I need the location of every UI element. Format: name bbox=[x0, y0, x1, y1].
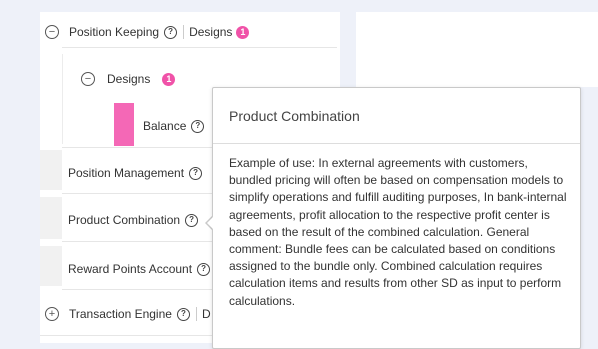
tree-stripe bbox=[40, 150, 62, 190]
count-badge: 1 bbox=[236, 25, 250, 39]
tooltip-arrow-inner bbox=[207, 217, 213, 229]
right-panel bbox=[356, 12, 598, 87]
help-icon[interactable]: ? bbox=[185, 213, 199, 227]
tree-stripe bbox=[40, 197, 62, 239]
collapse-icon[interactable]: − bbox=[45, 25, 59, 39]
node-label: Position Keeping bbox=[69, 25, 160, 39]
node-label: Product Combination bbox=[68, 213, 181, 227]
tree-stripe bbox=[40, 246, 62, 286]
tree-stripe bbox=[62, 193, 212, 194]
tree-stripe bbox=[62, 47, 337, 48]
help-icon[interactable]: ? bbox=[176, 307, 190, 321]
collapse-icon[interactable]: − bbox=[81, 72, 95, 86]
tree-node-position-keeping[interactable]: − Position Keeping ? Designs 1 bbox=[45, 23, 250, 41]
node-label: Balance bbox=[143, 119, 187, 133]
tree-node-product-combination[interactable]: Product Combination ? bbox=[68, 211, 199, 229]
divider bbox=[195, 307, 197, 321]
help-icon[interactable]: ? bbox=[164, 25, 178, 39]
help-icon[interactable]: ? bbox=[197, 262, 211, 276]
designs-tag[interactable]: Designs bbox=[189, 25, 232, 39]
tree-stripe bbox=[40, 335, 212, 336]
tree-stripe bbox=[62, 241, 212, 242]
node-label: Transaction Engine bbox=[69, 307, 172, 321]
tree-stripe bbox=[62, 147, 212, 148]
node-label: Position Management bbox=[68, 166, 185, 180]
tree-stripe bbox=[62, 289, 212, 290]
tree-node-position-management[interactable]: Position Management ? bbox=[68, 164, 203, 182]
tooltip-divider bbox=[213, 143, 580, 144]
count-badge: 1 bbox=[162, 72, 176, 86]
tree-node-transaction-engine[interactable]: + Transaction Engine ? D bbox=[45, 305, 211, 323]
node-label: Reward Points Account bbox=[68, 262, 193, 276]
tooltip-title: Product Combination bbox=[229, 108, 360, 124]
balance-color-bar bbox=[114, 103, 134, 146]
expand-icon[interactable]: + bbox=[45, 307, 59, 321]
tooltip-popover: Product Combination Example of use: In e… bbox=[212, 87, 581, 349]
help-icon[interactable]: ? bbox=[189, 166, 203, 180]
designs-tag[interactable]: D bbox=[202, 307, 211, 321]
tree-stripe bbox=[62, 54, 63, 144]
help-icon[interactable]: ? bbox=[191, 119, 205, 133]
node-label: Designs bbox=[107, 72, 151, 86]
tree-node-balance[interactable]: Balance ? bbox=[143, 117, 205, 135]
tree-node-designs[interactable]: − Designs 1 bbox=[81, 70, 176, 88]
tree-node-reward-points-account[interactable]: Reward Points Account ? bbox=[68, 260, 211, 278]
divider bbox=[183, 25, 185, 39]
tooltip-body: Example of use: In external agreements w… bbox=[229, 156, 567, 308]
